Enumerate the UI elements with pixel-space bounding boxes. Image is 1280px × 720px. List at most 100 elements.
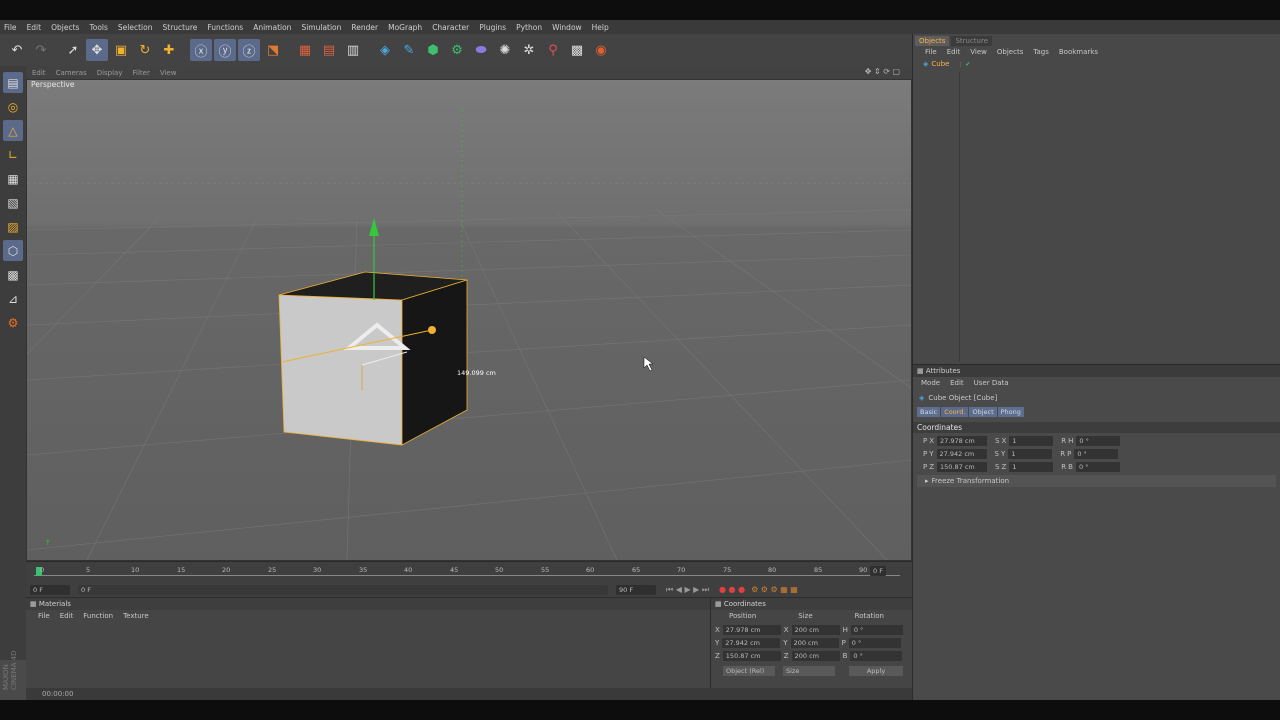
coord-pos-z[interactable]: 150.87 cm [722, 651, 781, 661]
menu-structure[interactable]: Structure [163, 23, 198, 32]
camera-icon[interactable]: ✲ [518, 39, 540, 61]
attr-menu-userdata[interactable]: User Data [974, 379, 1009, 387]
select-arrow-icon[interactable]: ➚ [62, 39, 84, 61]
viewport-menu-filter[interactable]: Filter [133, 69, 150, 77]
menu-file[interactable]: File [4, 23, 17, 32]
snap-icon[interactable]: ⊿ [3, 288, 23, 309]
om-menu-file[interactable]: File [925, 48, 937, 56]
attr-pos-z[interactable]: 150.87 cm [937, 462, 988, 472]
apply-button[interactable]: Apply [849, 666, 903, 676]
scale-tool-icon[interactable]: ▣ [110, 39, 132, 61]
attr-scale-z[interactable]: 1 [1009, 462, 1054, 472]
attr-tab-coord[interactable]: Coord. [941, 407, 969, 417]
om-menu-tags[interactable]: Tags [1033, 48, 1049, 56]
tab-objects[interactable]: Objects [915, 36, 950, 46]
record-keys-icon[interactable]: ● ● ● [719, 585, 745, 594]
rotate-tool-icon[interactable]: ↻ [134, 39, 156, 61]
om-menu-edit[interactable]: Edit [947, 48, 961, 56]
attr-scale-y[interactable]: 1 [1008, 449, 1053, 459]
use-points-mode-icon[interactable]: ▦ [3, 168, 23, 189]
attr-tab-basic[interactable]: Basic [917, 407, 941, 417]
tweak-mode-icon[interactable]: ▩ [3, 264, 23, 285]
max-frame-field[interactable]: 90 F [616, 584, 656, 595]
menu-plugins[interactable]: Plugins [479, 23, 506, 32]
z-axis-lock-icon[interactable]: ⓩ [238, 39, 260, 61]
menu-functions[interactable]: Functions [207, 23, 243, 32]
attr-menu-mode[interactable]: Mode [921, 379, 940, 387]
menu-animation[interactable]: Animation [253, 23, 291, 32]
om-menu-bookmarks[interactable]: Bookmarks [1059, 48, 1098, 56]
menu-edit[interactable]: Edit [27, 23, 42, 32]
freeze-transformation-group[interactable]: ▸ Freeze Transformation [917, 475, 1276, 487]
viewport-menu-cameras[interactable]: Cameras [56, 69, 87, 77]
use-axis-mode-icon[interactable]: ∟ [3, 144, 23, 165]
frame-range-slider[interactable]: 0 F [78, 584, 608, 595]
timeline[interactable]: 0 5 10 15 20 25 30 35 40 45 50 55 60 65 … [26, 561, 912, 597]
coordinate-system-icon[interactable]: ⬔ [262, 39, 284, 61]
undo-icon[interactable]: ↶ [6, 39, 28, 61]
om-menu-view[interactable]: View [970, 48, 987, 56]
attr-pos-y[interactable]: 27.942 cm [936, 449, 987, 459]
menu-tools[interactable]: Tools [89, 23, 107, 32]
attr-rot-p[interactable]: 0 ° [1074, 449, 1119, 459]
materials-menu-edit[interactable]: Edit [60, 612, 74, 620]
light-icon[interactable]: ⚲ [542, 39, 564, 61]
attr-rot-h[interactable]: 0 ° [1076, 436, 1121, 446]
coord-rot-p[interactable]: 0 ° [848, 638, 901, 648]
om-menu-objects[interactable]: Objects [997, 48, 1023, 56]
object-row-cube[interactable]: ◈ Cube ⋮ ✔ [913, 58, 1280, 70]
workplane-icon[interactable]: ⚙ [3, 312, 23, 333]
playback-controls-icon[interactable]: ⏮ ◀ ▶ ▶ ⏭ [666, 585, 709, 595]
viewport-menu-view[interactable]: View [160, 69, 177, 77]
array-icon[interactable]: ⚙ [446, 39, 468, 61]
spline-pen-icon[interactable]: ✎ [398, 39, 420, 61]
tab-structure[interactable]: Structure [951, 36, 993, 46]
attr-rot-b[interactable]: 0 ° [1075, 462, 1120, 472]
render-picture-viewer-icon[interactable]: ▤ [318, 39, 340, 61]
menu-mograph[interactable]: MoGraph [388, 23, 422, 32]
scene-environment-icon[interactable]: ✺ [494, 39, 516, 61]
attr-menu-edit[interactable]: Edit [950, 379, 964, 387]
coord-size-select[interactable]: Size [783, 666, 835, 676]
menu-simulation[interactable]: Simulation [301, 23, 341, 32]
viewport-nav-icons[interactable]: ✥ ⇕ ⟳ ▢ [865, 67, 900, 76]
materials-menu-file[interactable]: File [38, 612, 50, 620]
layout-icon[interactable]: ▩ [566, 39, 588, 61]
timeline-ruler[interactable]: 0 5 10 15 20 25 30 35 40 45 50 55 60 65 … [34, 566, 900, 580]
coord-rot-b[interactable]: 0 ° [850, 651, 903, 661]
menu-character[interactable]: Character [432, 23, 469, 32]
attr-tab-object[interactable]: Object [969, 407, 997, 417]
deformer-icon[interactable]: ⬬ [470, 39, 492, 61]
coord-mode-select[interactable]: Object (Rel) [723, 666, 775, 676]
current-frame-field[interactable]: 0 F [870, 566, 886, 576]
move-tool-icon[interactable]: ✥ [86, 39, 108, 61]
coord-size-x[interactable]: 200 cm [791, 625, 840, 635]
materials-menu-texture[interactable]: Texture [123, 612, 149, 620]
menu-python[interactable]: Python [516, 23, 542, 32]
perspective-viewport[interactable]: Perspective ↑ 149.099 cm [26, 79, 912, 561]
menu-selection[interactable]: Selection [118, 23, 153, 32]
plugin-help-icon[interactable]: ◉ [590, 39, 612, 61]
nurbs-icon[interactable]: ⬢ [422, 39, 444, 61]
use-polygons-mode-icon[interactable]: ▨ [3, 216, 23, 237]
menu-objects[interactable]: Objects [51, 23, 79, 32]
cube-object-icon[interactable]: ◈ [374, 39, 396, 61]
viewport-menu-display[interactable]: Display [97, 69, 123, 77]
attr-tab-phong[interactable]: Phong [997, 407, 1024, 417]
enable-axis-icon[interactable]: ⬡ [3, 240, 23, 261]
render-settings-icon[interactable]: ▥ [342, 39, 364, 61]
menu-help[interactable]: Help [592, 23, 609, 32]
coord-rot-h[interactable]: 0 ° [850, 625, 903, 635]
use-texture-mode-icon[interactable]: △ [3, 120, 23, 141]
y-axis-lock-icon[interactable]: ⓨ [214, 39, 236, 61]
viewport-menu-edit[interactable]: Edit [32, 69, 46, 77]
menu-render[interactable]: Render [351, 23, 378, 32]
menu-window[interactable]: Window [552, 23, 582, 32]
x-axis-lock-icon[interactable]: ⓧ [190, 39, 212, 61]
key-mode-icons[interactable]: ⚙ ⚙ ⚙ ▦ ▦ [751, 585, 798, 594]
min-frame-field[interactable]: 0 F [30, 584, 70, 595]
use-edges-mode-icon[interactable]: ▧ [3, 192, 23, 213]
coord-size-z[interactable]: 200 cm [791, 651, 840, 661]
render-view-icon[interactable]: ▦ [294, 39, 316, 61]
visibility-toggle-icon[interactable]: ⋮ ✔ [957, 61, 970, 68]
